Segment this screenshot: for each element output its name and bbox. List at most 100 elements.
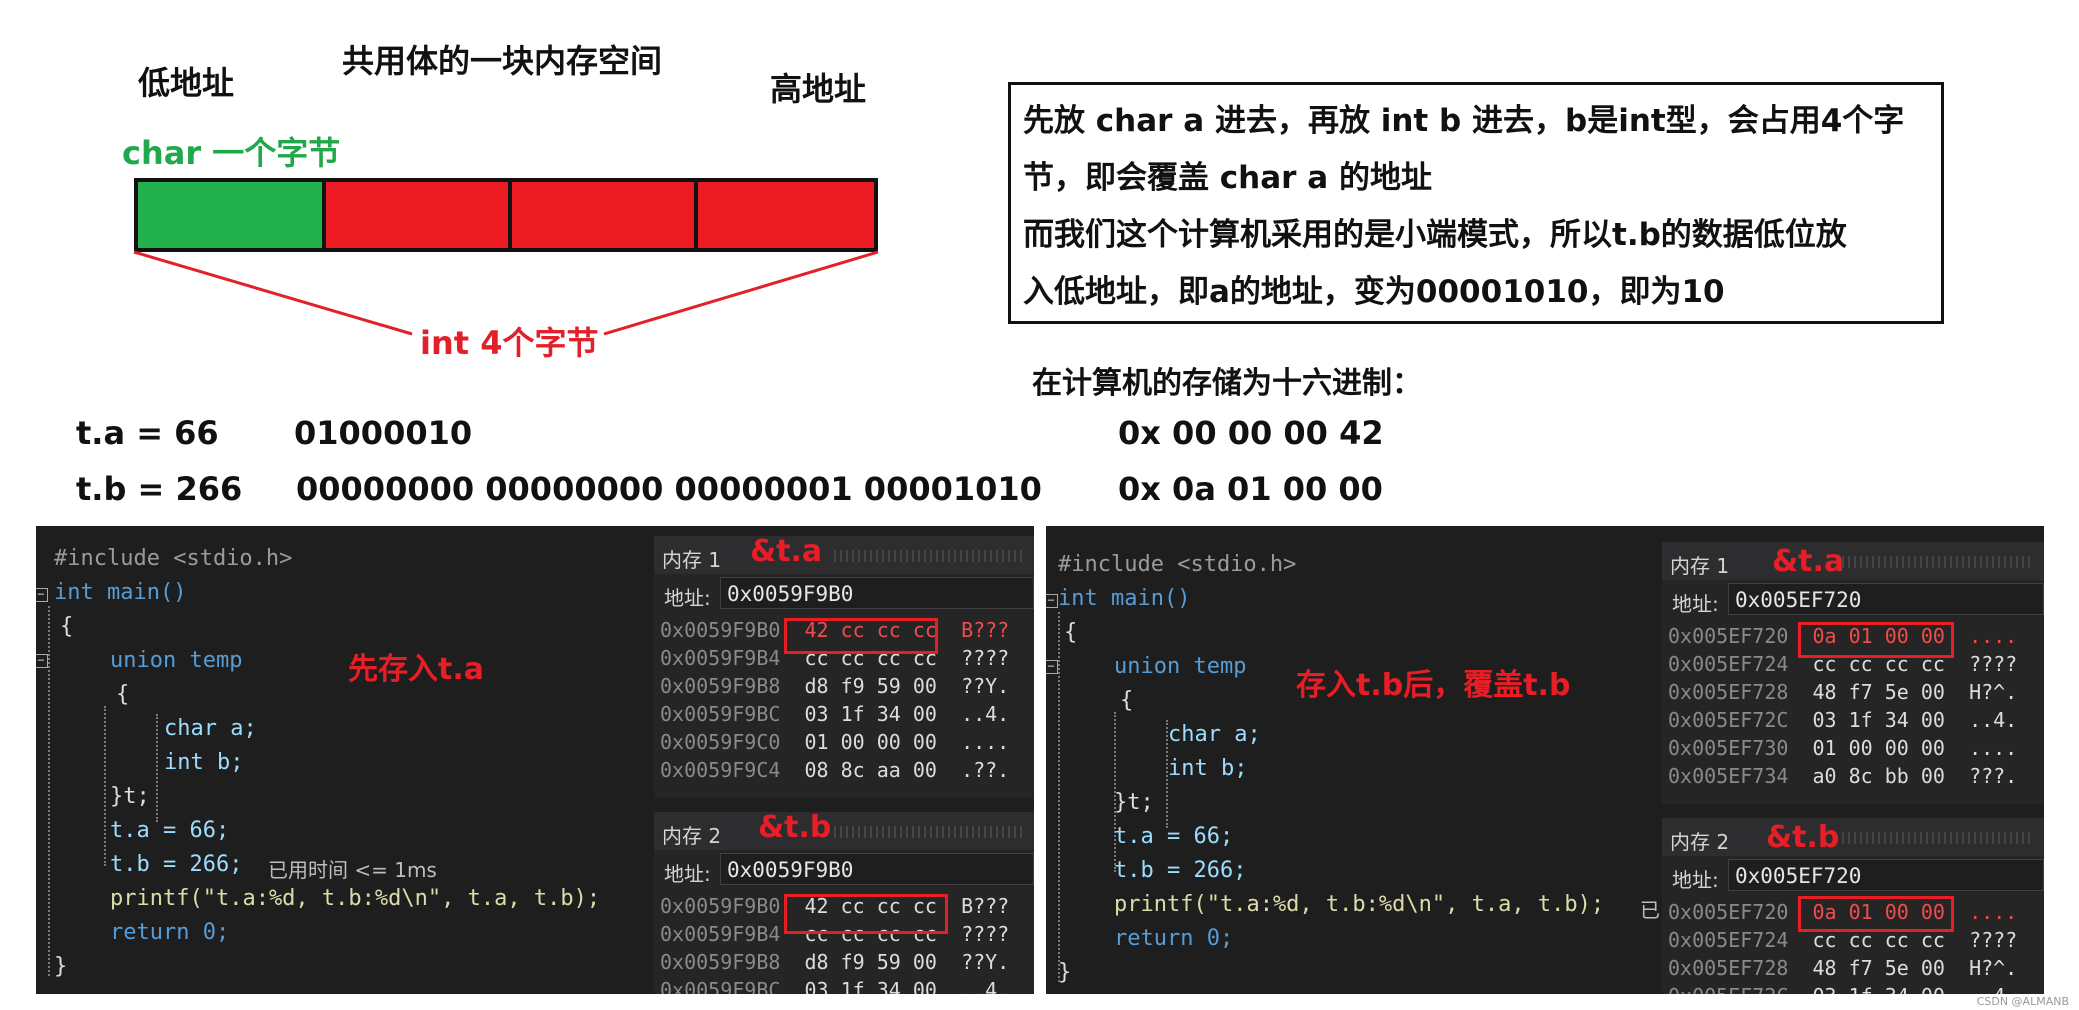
left-annotation: 先存入t.a [348,652,484,687]
scope-guide [104,706,106,866]
fold-toggle-icon[interactable]: − [36,588,48,602]
memory-address: 0x0059F9BC [660,978,781,994]
address-bar: 地址: 0x005EF720 [1662,856,2044,896]
address-input[interactable]: 0x005EF720 [1728,583,2044,615]
highlight-box [1798,896,1954,932]
address-label: 地址: [1672,592,1719,616]
memory-address: 0x005EF72C [1668,708,1789,732]
code-brace: { [60,614,74,639]
memory-bytes: a0 8c bb 00 [1812,764,1945,788]
memory-bytes: 48 f7 5e 00 [1812,680,1945,704]
memory-window-2[interactable]: 内存 2 &t.b 地址: 0x0059F9B0 0x0059F9B0 42 c… [654,812,1034,994]
fold-toggle-icon[interactable]: − [1046,594,1058,608]
memory-row: 0x005EF730 01 00 00 00 .... [1668,736,2017,760]
scope-guide [48,606,50,976]
memory-address: 0x005EF734 [1668,764,1789,788]
code-assign-b: t.b = 266; [110,852,243,877]
memory-address: 0x0059F9B0 [660,618,781,642]
include-directive: #include <stdio.h> [54,546,293,571]
memory-bytes: 03 1f 34 00 [1812,708,1945,732]
address-bar: 地址: 0x0059F9B0 [654,850,1034,890]
fold-toggle-icon[interactable]: − [1046,660,1058,674]
memory-tag: &t.b [758,812,832,845]
ta-binary: 01000010 [294,414,473,452]
memory-ascii: ???. [1969,764,2018,788]
int-bytes-label: int 4个字节 [420,324,599,362]
memory-ascii: ..4. [961,978,1010,994]
memory-address: 0x005EF720 [1668,624,1789,648]
address-bar: 地址: 0x0059F9B0 [654,574,1034,614]
memory-row: 0x005EF72C 03 1f 34 00 ..4. [1668,708,2017,732]
memory-window-1[interactable]: 内存 1 &t.a 地址: 0x0059F9B0 0x0059F9B0 42 c… [654,536,1034,798]
memory-window-title: 内存 1 [662,548,722,572]
hex-value-a: 0x 00 00 00 42 [1118,414,1384,452]
hex-value-b: 0x 0a 01 00 00 [1118,470,1383,508]
highlight-box [1798,622,1954,658]
memory-ascii: .??. [961,758,1010,782]
memory-address: 0x005EF728 [1668,956,1789,980]
elapsed-time: 已用时间 <= 1ms [268,858,437,882]
drag-grip[interactable] [1842,556,2034,568]
memory-address: 0x0059F9B8 [660,674,781,698]
memory-ascii: B??? [961,894,1010,918]
code-field-b: int b; [1168,756,1248,781]
drag-grip[interactable] [1842,832,2034,844]
code-assign-b: t.b = 266; [1114,858,1247,883]
address-input[interactable]: 0x0059F9B0 [720,577,1034,609]
memory-bytes: d8 f9 59 00 [804,674,937,698]
code-assign-a: t.a = 66; [1114,824,1234,849]
drag-grip[interactable] [834,550,1024,562]
memory-ascii: .... [1969,900,2018,924]
explanation-box: 先放 char a 进去，再放 int b 进去，b是int型，会占用4个字 节… [1008,82,1944,324]
memory-address: 0x0059F9BC [660,702,781,726]
memory-bytes: 08 8c aa 00 [804,758,937,782]
code-return: return 0; [110,920,230,945]
memory-tag: &t.b [1766,820,1840,855]
memory-address: 0x0059F9B4 [660,922,781,946]
memory-ascii: H?^. [1969,680,2018,704]
memory-row: 0x0059F9BC 03 1f 34 00 ..4. [660,978,1009,994]
code-brace: { [116,682,130,707]
memory-row: 0x0059F9B8 d8 f9 59 00 ??Y. [660,674,1009,698]
memory-bytes: 03 1f 34 00 [1813,984,1945,994]
address-label: 地址: [664,586,711,610]
memory-bytes: 48 f7 5e 00 [1812,956,1945,980]
address-input[interactable]: 0x005EF720 [1728,859,2044,891]
watermark: CSDN @ALMANB [1976,995,2069,1008]
memory-ascii: ..4. [1969,984,2017,994]
memory-row: 0x0059F9B8 d8 f9 59 00 ??Y. [660,950,1009,974]
memory-row: 0x0059F9BC 03 1f 34 00 ..4. [660,702,1009,726]
code-main: int main() [54,580,187,605]
memory-bytes: 03 1f 34 00 [804,978,937,994]
memory-ascii: .... [1969,736,2018,760]
memory-address: 0x005EF724 [1668,652,1789,676]
memory-ascii: ??Y. [961,950,1010,974]
code-return: return 0; [1114,926,1234,951]
code-field-a: char a; [1168,722,1261,747]
address-input[interactable]: 0x0059F9B0 [720,853,1034,885]
explanation-line: 入低地址，即a的地址，变为00001010，即为10 [1023,274,1725,310]
memory-ascii: H?^. [1969,956,2018,980]
tb-binary: 00000000 00000000 00000001 00001010 [296,470,1042,508]
fold-toggle-icon[interactable]: − [36,654,48,668]
scope-guide [156,714,158,822]
memory-address: 0x005EF728 [1668,680,1789,704]
memory-row: 0x0059F9C4 08 8c aa 00 .??. [660,758,1009,782]
memory-window-title: 内存 2 [1670,830,1730,854]
memory-address: 0x0059F9B8 [660,950,781,974]
memory-row: 0x005EF728 48 f7 5e 00 H?^. [1668,680,2017,704]
drag-grip[interactable] [834,826,1024,838]
code-union-close: }t; [1114,790,1154,815]
memory-ascii: ..4. [1969,708,2018,732]
memory-window-1[interactable]: 内存 1 &t.a 地址: 0x005EF720 0x005EF720 0a 0… [1662,542,2044,804]
memory-ascii: ??Y. [961,674,1010,698]
int-span-lines [133,250,879,336]
memory-address: 0x0059F9B0 [660,894,781,918]
memory-bytes: 01 00 00 00 [804,730,937,754]
code-brace: } [54,954,68,979]
memory-window-2[interactable]: 内存 2 &t.b 地址: 0x005EF720 0x005EF720 0a 0… [1662,818,2044,994]
right-annotation: 存入t.b后，覆盖t.b [1296,668,1571,703]
ta-expression: t.a = 66 [76,414,219,452]
explanation-line: 先放 char a 进去，再放 int b 进去，b是int型，会占用4个字 [1023,103,1905,139]
memory-ascii: ???? [961,646,1010,670]
